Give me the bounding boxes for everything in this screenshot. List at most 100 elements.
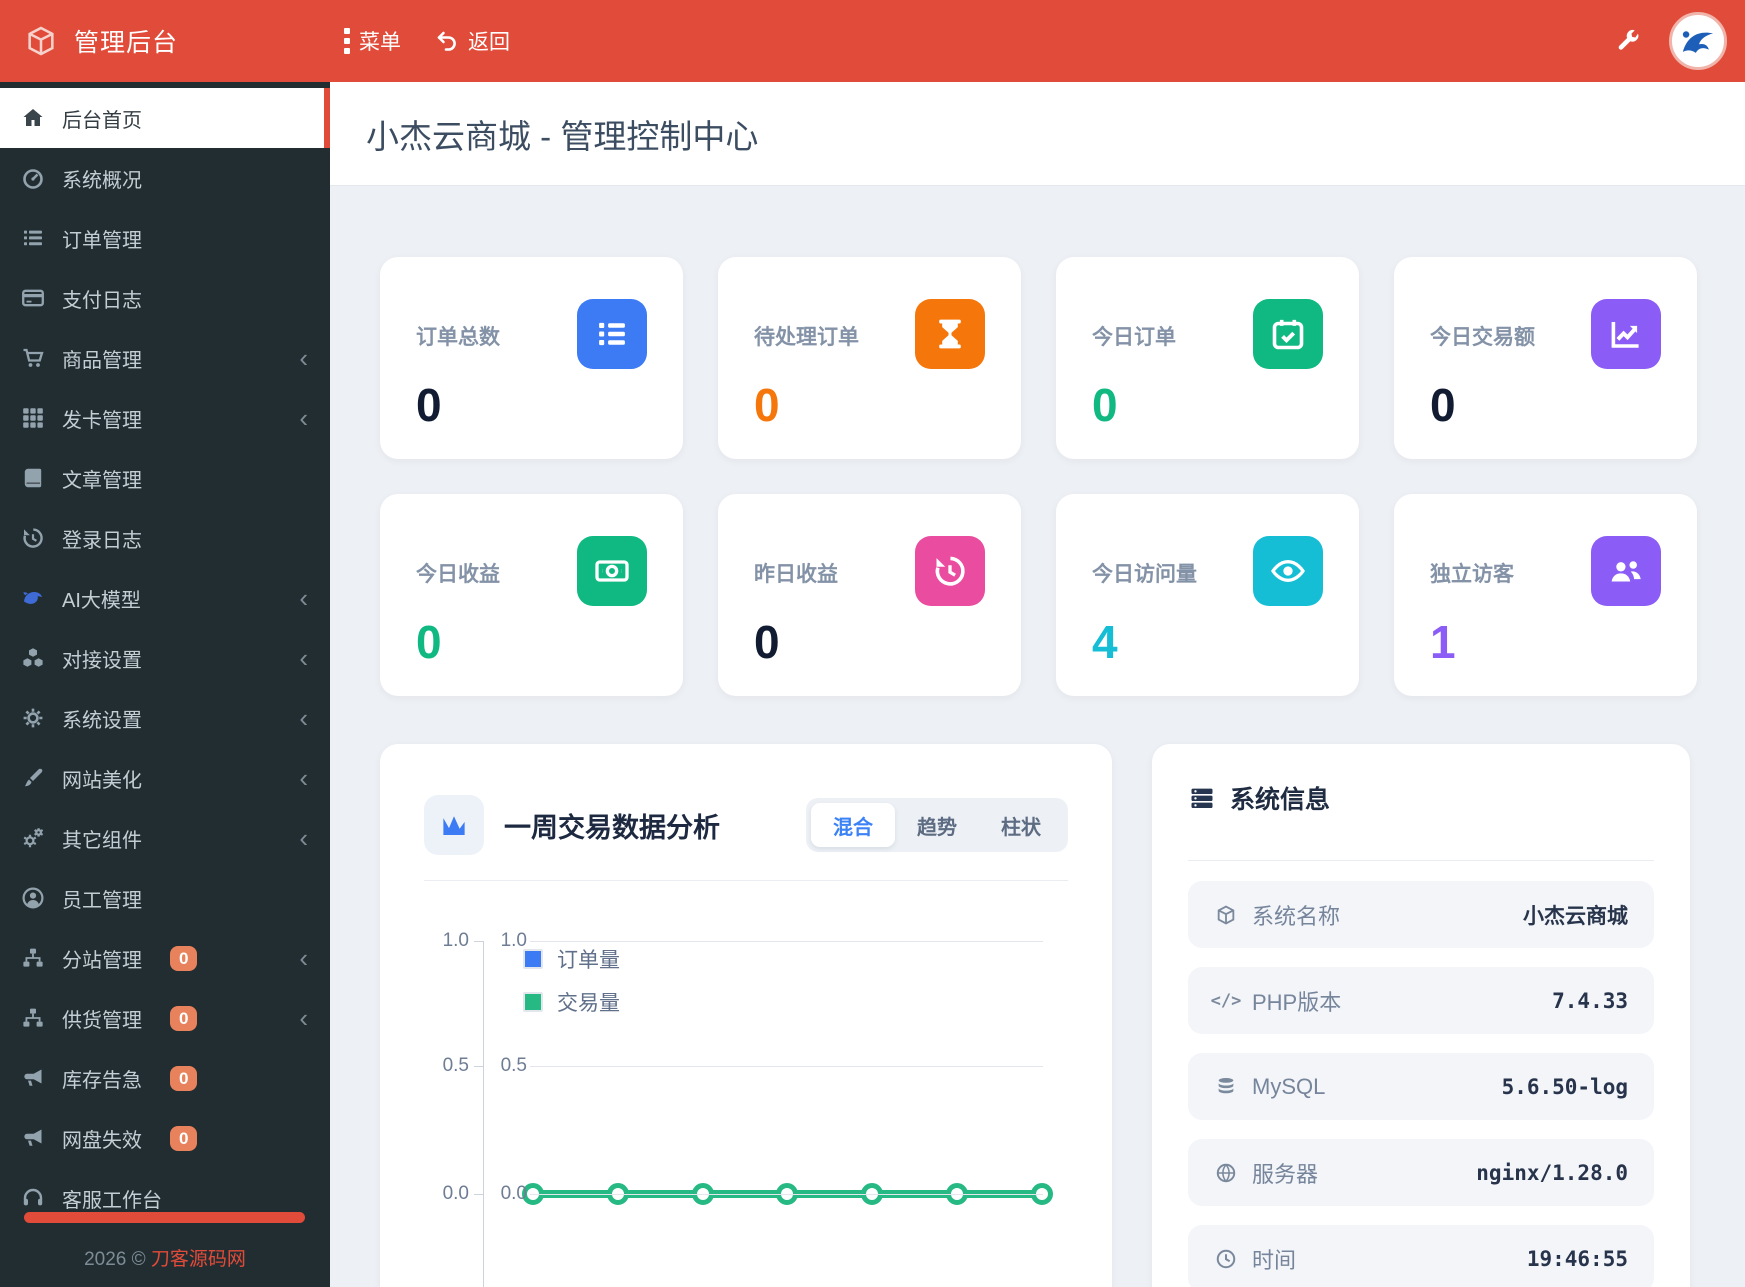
sidebar-item[interactable]: 系统设置 ‹ <box>0 688 330 748</box>
sitemap-icon <box>20 945 46 971</box>
sidebar-item-label: 发卡管理 <box>62 409 142 432</box>
stat-card: 昨日收益 0 <box>718 494 1021 696</box>
database-icon <box>1214 1075 1238 1099</box>
axis-tick <box>474 1066 483 1067</box>
stat-card: 今日订单 0 <box>1056 257 1359 459</box>
chevron-left-icon: ‹ <box>299 823 308 853</box>
brand-title: 管理后台 <box>74 29 179 57</box>
system-info-row: 系统名称 小杰云商城 <box>1188 881 1654 948</box>
sidebar-item[interactable]: 后台首页 <box>0 88 330 148</box>
gridline <box>530 941 1043 942</box>
chart-tab[interactable]: 混合 <box>811 803 895 847</box>
stats-grid: 订单总数 0 待处理订单 0 今日订单 0 今日交易额 0 今日收益 0 昨日收益 0 今日访问量 4 独立… <box>380 257 1697 696</box>
system-info-label: 时间 <box>1252 1247 1297 1273</box>
stat-value: 0 <box>1430 379 1456 431</box>
sidebar-item-label: 员工管理 <box>62 889 142 912</box>
stat-value: 0 <box>754 616 780 668</box>
sidebar-item[interactable]: 员工管理 <box>0 868 330 928</box>
stat-card: 今日交易额 0 <box>1394 257 1697 459</box>
history-icon <box>20 525 46 551</box>
back-button[interactable]: 返回 <box>435 26 510 56</box>
sidebar-item-label: 供货管理 <box>62 1009 142 1032</box>
sidebar-item-label: 网站美化 <box>62 769 142 792</box>
credit-card-icon <box>20 285 46 311</box>
app-root: 管理后台 菜单 返回 后台首页 系统概况 订单管理 支付日志 商品管理 ‹ 发卡管理 ‹ 文章管… <box>0 0 1745 1287</box>
chart-line-icon <box>1591 299 1661 369</box>
sidebar-item[interactable]: 网盘失效 0 <box>0 1108 330 1168</box>
gear-icon <box>20 705 46 731</box>
legend-item[interactable]: 订单量 <box>523 944 620 974</box>
y-axis-label: 0.0 <box>500 1183 527 1204</box>
system-info-label: PHP版本 <box>1252 989 1342 1015</box>
divider <box>1188 860 1654 861</box>
wrench-icon[interactable] <box>1615 28 1641 54</box>
sidebar-item-label: 对接设置 <box>62 649 142 672</box>
sidebar: 后台首页 系统概况 订单管理 支付日志 商品管理 ‹ 发卡管理 ‹ 文章管理 登录日志 AI大模型 ‹… <box>0 82 330 1287</box>
menu-button[interactable]: 菜单 <box>344 26 401 56</box>
chart-legend: 订单量 交易量 <box>523 944 620 1017</box>
legend-swatch <box>523 992 543 1012</box>
sidebar-item-label: 客服工作台 <box>62 1189 162 1212</box>
chart-header: 一周交易数据分析 混合 趋势 柱状 <box>380 744 1112 855</box>
topbar-right <box>1615 12 1745 70</box>
back-label: 返回 <box>468 31 510 54</box>
sidebar-item[interactable]: 文章管理 <box>0 448 330 508</box>
sidebar-item[interactable]: 支付日志 <box>0 268 330 328</box>
chart-tab[interactable]: 趋势 <box>895 803 979 847</box>
stat-value: 1 <box>1430 616 1456 668</box>
sidebar-item-label: 支付日志 <box>62 289 142 312</box>
sitemap-icon <box>20 1005 46 1031</box>
headset-icon <box>20 1185 46 1211</box>
y-axis-label: 0.5 <box>500 1055 527 1076</box>
system-info-label: 服务器 <box>1252 1161 1319 1187</box>
sidebar-item[interactable]: 商品管理 ‹ <box>0 328 330 388</box>
sidebar-item[interactable]: 发卡管理 ‹ <box>0 388 330 448</box>
axis-tick <box>474 941 483 942</box>
footer-link[interactable]: 刀客源码网 <box>151 1249 246 1270</box>
grid-icon <box>20 405 46 431</box>
hourglass-icon <box>915 299 985 369</box>
system-info-value: 5.6.50-log <box>1501 1074 1628 1099</box>
sidebar-item-label: 库存告急 <box>62 1069 142 1092</box>
stat-card: 独立访客 1 <box>1394 494 1697 696</box>
sidebar-nav: 后台首页 系统概况 订单管理 支付日志 商品管理 ‹ 发卡管理 ‹ 文章管理 登录日志 AI大模型 ‹… <box>0 82 330 1228</box>
sidebar-item-label: 其它组件 <box>62 829 142 852</box>
stat-card: 待处理订单 0 <box>718 257 1021 459</box>
sidebar-item[interactable]: 系统概况 <box>0 148 330 208</box>
area-chart-icon <box>424 795 484 855</box>
system-info-title: 系统信息 <box>1230 786 1331 814</box>
sidebar-item[interactable]: 供货管理 0 ‹ <box>0 988 330 1048</box>
system-info-row: 服务器 nginx/1.28.0 <box>1188 1139 1654 1206</box>
sidebar-item-label: 网盘失效 <box>62 1129 142 1152</box>
sidebar-item[interactable]: 对接设置 ‹ <box>0 628 330 688</box>
count-badge: 0 <box>170 1065 198 1091</box>
chart-tab[interactable]: 柱状 <box>979 803 1063 847</box>
sidebar-item-label: 商品管理 <box>62 349 142 372</box>
sidebar-item[interactable]: 分站管理 0 ‹ <box>0 928 330 988</box>
chart-tabs: 混合 趋势 柱状 <box>806 798 1068 852</box>
axis-tick <box>474 1194 483 1195</box>
sidebar-item[interactable]: 登录日志 <box>0 508 330 568</box>
sidebar-item[interactable]: 库存告急 0 <box>0 1048 330 1108</box>
sidebar-item-label: 系统设置 <box>62 709 142 732</box>
gauge-icon <box>20 165 46 191</box>
user-avatar[interactable] <box>1669 12 1727 70</box>
cart-icon <box>20 345 46 371</box>
sidebar-scrollbar-thumb[interactable] <box>24 1212 305 1223</box>
sidebar-item[interactable]: 网站美化 ‹ <box>0 748 330 808</box>
sidebar-item[interactable]: 订单管理 <box>0 208 330 268</box>
system-info-row: MySQL 5.6.50-log <box>1188 1053 1654 1120</box>
topnav: 菜单 返回 <box>344 26 510 56</box>
cube-logo-icon <box>24 24 58 58</box>
weekly-chart-card: 一周交易数据分析 混合 趋势 柱状 订单量 交易量 1.0 1.0 0.5 0.5 0.0 0.… <box>380 744 1112 1287</box>
sidebar-item[interactable]: 其它组件 ‹ <box>0 808 330 868</box>
bullhorn-icon <box>20 1065 46 1091</box>
stat-card: 今日访问量 4 <box>1056 494 1359 696</box>
stat-value: 4 <box>1092 616 1118 668</box>
sidebar-item[interactable]: AI大模型 ‹ <box>0 568 330 628</box>
history-icon <box>915 536 985 606</box>
chevron-left-icon: ‹ <box>299 1003 308 1033</box>
legend-swatch <box>523 949 543 969</box>
legend-item[interactable]: 交易量 <box>523 987 620 1017</box>
stat-card: 今日收益 0 <box>380 494 683 696</box>
